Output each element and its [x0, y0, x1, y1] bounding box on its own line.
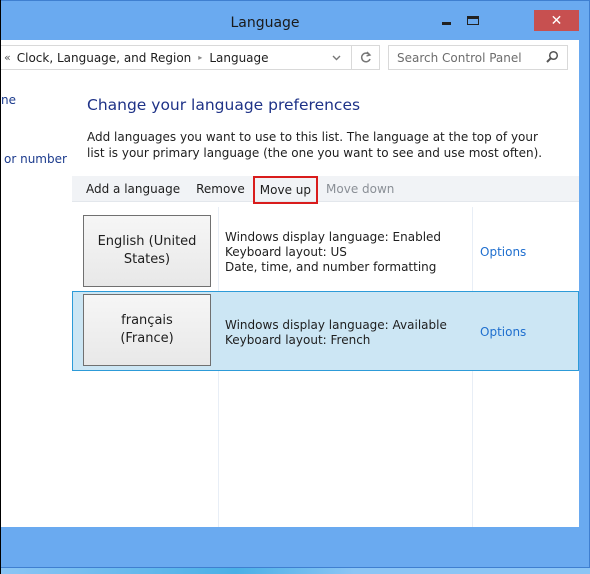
- maximize-button[interactable]: [460, 10, 486, 31]
- keyboard-layout: Keyboard layout: US: [225, 245, 347, 259]
- chevron-down-icon: [332, 55, 340, 60]
- language-row-english[interactable]: English (United States) Windows display …: [72, 211, 579, 290]
- options-link[interactable]: Options: [480, 245, 526, 259]
- language-tile[interactable]: English (United States): [83, 215, 211, 287]
- remove-button[interactable]: Remove: [188, 176, 253, 202]
- minimize-button[interactable]: [433, 10, 459, 31]
- page-description: Add languages you want to use to this li…: [87, 130, 543, 160]
- refresh-icon: [360, 51, 371, 63]
- title-bar[interactable]: Language ✕: [0, 1, 590, 39]
- close-icon: ✕: [550, 12, 563, 29]
- search-input[interactable]: [389, 50, 539, 65]
- language-details: Windows display language: Available Keyb…: [225, 318, 447, 348]
- content-pane: ne or number Change your language prefer…: [1, 77, 579, 527]
- move-up-button[interactable]: Move up: [252, 175, 319, 204]
- breadcrumb-language[interactable]: Language: [209, 51, 268, 65]
- language-window: Language ✕ « Clock, Language, and Region…: [0, 0, 590, 574]
- breadcrumb[interactable]: « Clock, Language, and Region ▸ Language: [1, 45, 380, 70]
- add-language-button[interactable]: Add a language: [72, 176, 188, 202]
- breadcrumb-clock-language-region[interactable]: Clock, Language, and Region: [17, 51, 192, 65]
- refresh-button[interactable]: [351, 46, 379, 69]
- options-link[interactable]: Options: [480, 325, 526, 339]
- display-language-status: Windows display language: Enabled: [225, 230, 442, 244]
- breadcrumb-separator-icon[interactable]: ▸: [198, 53, 202, 62]
- page-title: Change your language preferences: [87, 96, 361, 114]
- window-title: Language: [230, 15, 300, 31]
- language-toolbar: Add a language Remove Move up Move down: [72, 175, 579, 204]
- display-language-status: Windows display language: Available: [225, 318, 447, 332]
- move-down-button: Move down: [326, 181, 395, 196]
- formatting-info: Date, time, and number formatting: [225, 260, 437, 274]
- keyboard-layout: Keyboard layout: French: [225, 333, 371, 347]
- screen-edge: [0, 0, 1, 574]
- sidebar-link-partial-2[interactable]: or number: [4, 152, 67, 166]
- language-details: Windows display language: Enabled Keyboa…: [225, 230, 441, 275]
- taskbar-edge: [0, 567, 590, 574]
- sidebar: ne or number: [1, 77, 67, 527]
- address-bar: « Clock, Language, and Region ▸ Language: [1, 40, 579, 77]
- sidebar-link-partial-1[interactable]: ne: [1, 93, 16, 107]
- overflow-chevron-icon[interactable]: «: [4, 51, 11, 64]
- search-icon[interactable]: [545, 50, 559, 64]
- language-row-french[interactable]: français (France) Windows display langua…: [72, 291, 579, 371]
- address-dropdown-button[interactable]: [321, 46, 351, 69]
- minimize-icon: [441, 22, 451, 25]
- close-button[interactable]: ✕: [534, 10, 579, 31]
- language-list: English (United States) Windows display …: [72, 207, 579, 527]
- language-tile[interactable]: français (France): [83, 294, 211, 366]
- search-box[interactable]: [388, 45, 568, 70]
- maximize-icon: [467, 16, 479, 25]
